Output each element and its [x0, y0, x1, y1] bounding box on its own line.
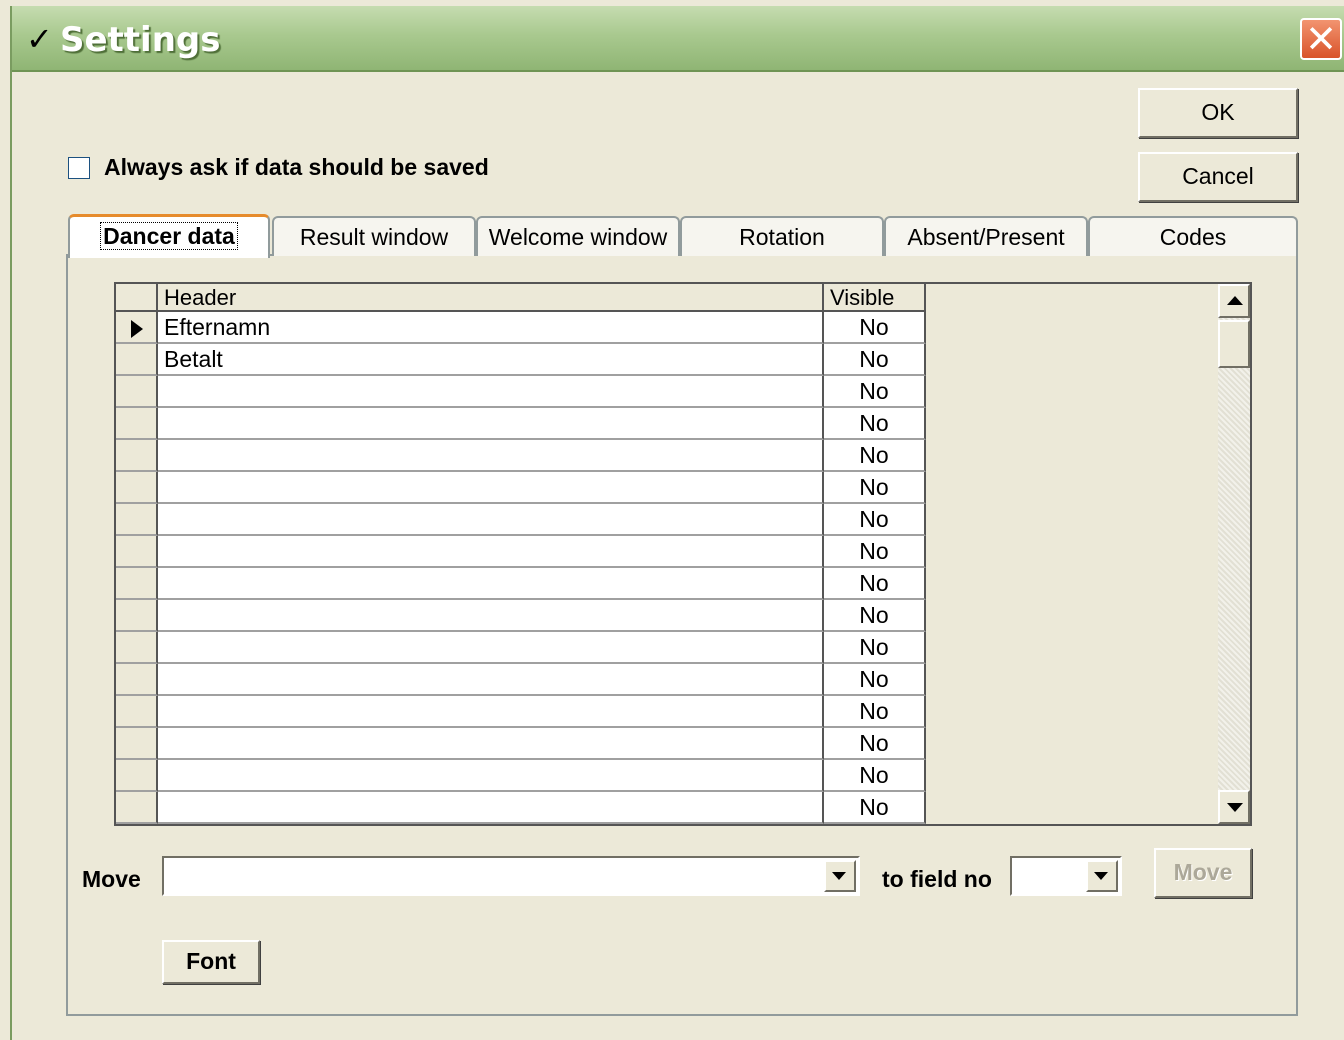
tab-absent-present[interactable]: Absent/Present — [884, 216, 1088, 256]
close-icon: ✕ — [1305, 17, 1337, 61]
header-cell[interactable] — [158, 664, 824, 696]
header-cell[interactable] — [158, 568, 824, 600]
title-bar[interactable]: ✓ Settings ✕ — [12, 6, 1344, 72]
row-indicator[interactable] — [116, 472, 158, 504]
visible-cell[interactable]: No — [824, 504, 926, 536]
row-indicator[interactable] — [116, 568, 158, 600]
visible-cell[interactable]: No — [824, 728, 926, 760]
visible-cell[interactable]: No — [824, 696, 926, 728]
tab-result-window[interactable]: Result window — [272, 216, 476, 256]
header-cell[interactable] — [158, 376, 824, 408]
visible-cell[interactable]: No — [824, 760, 926, 792]
header-cell[interactable] — [158, 632, 824, 664]
chevron-down-icon — [1094, 872, 1108, 880]
settings-dialog: ✓ Settings ✕ OK Cancel Always ask if dat… — [10, 6, 1344, 1040]
row-indicator[interactable] — [116, 792, 158, 824]
visible-cell[interactable]: No — [824, 632, 926, 664]
tab-codes-label: Codes — [1159, 224, 1227, 250]
row-indicator[interactable] — [116, 600, 158, 632]
row-indicator[interactable] — [116, 728, 158, 760]
tab-welcome-window[interactable]: Welcome window — [476, 216, 680, 256]
move-field-dropdown-button[interactable] — [824, 860, 856, 892]
grid-corner — [116, 284, 158, 312]
visible-cell[interactable]: No — [824, 664, 926, 696]
arrow-up-icon — [1227, 296, 1243, 305]
header-cell[interactable] — [158, 792, 824, 824]
visible-cell[interactable]: No — [824, 792, 926, 824]
visible-cell[interactable]: No — [824, 376, 926, 408]
font-button-label: Font — [186, 948, 236, 974]
always-ask-checkbox[interactable] — [68, 157, 90, 179]
header-cell[interactable] — [158, 696, 824, 728]
move-label: Move — [82, 866, 141, 892]
tab-codes[interactable]: Codes — [1088, 216, 1298, 256]
header-cell[interactable] — [158, 760, 824, 792]
ok-button[interactable]: OK — [1138, 88, 1298, 138]
visible-cell[interactable]: No — [824, 440, 926, 472]
header-cell[interactable] — [158, 440, 824, 472]
to-field-label: to field no — [882, 866, 992, 892]
arrow-down-icon — [1227, 803, 1243, 812]
move-field-combo[interactable] — [162, 856, 860, 896]
scroll-up-button[interactable] — [1218, 284, 1250, 318]
ok-button-label: OK — [1201, 99, 1235, 125]
row-indicator[interactable] — [116, 696, 158, 728]
row-indicator[interactable] — [116, 376, 158, 408]
tab-rotation[interactable]: Rotation — [680, 216, 884, 256]
move-button-label: Move — [1173, 859, 1233, 885]
visible-cell[interactable]: No — [824, 408, 926, 440]
row-indicator[interactable] — [116, 312, 158, 344]
header-cell[interactable]: Betalt — [158, 344, 824, 376]
row-indicator[interactable] — [116, 408, 158, 440]
header-cell[interactable] — [158, 600, 824, 632]
tab-absent-present-label: Absent/Present — [907, 224, 1065, 250]
row-indicator[interactable] — [116, 504, 158, 536]
row-indicator[interactable] — [116, 664, 158, 696]
window-title: Settings — [60, 20, 221, 60]
row-indicator[interactable] — [116, 536, 158, 568]
scroll-down-button[interactable] — [1218, 790, 1250, 824]
row-indicator[interactable] — [116, 760, 158, 792]
tab-dancer-data-label: Dancer data — [100, 222, 238, 250]
visible-cell[interactable]: No — [824, 472, 926, 504]
visible-cell[interactable]: No — [824, 536, 926, 568]
column-header-visible[interactable]: Visible — [824, 284, 926, 312]
to-field-combo[interactable] — [1010, 856, 1122, 896]
chevron-down-icon — [832, 872, 846, 880]
column-header-header[interactable]: Header — [158, 284, 824, 312]
always-ask-label[interactable]: Always ask if data should be saved — [104, 154, 489, 181]
row-indicator[interactable] — [116, 440, 158, 472]
scroll-thumb[interactable] — [1218, 320, 1250, 368]
row-indicator[interactable] — [116, 632, 158, 664]
tab-result-window-label: Result window — [299, 224, 449, 250]
header-cell[interactable] — [158, 536, 824, 568]
close-button[interactable]: ✕ — [1300, 18, 1342, 60]
tab-dancer-data[interactable]: Dancer data — [68, 214, 270, 258]
header-cell[interactable] — [158, 472, 824, 504]
tab-welcome-window-label: Welcome window — [488, 224, 668, 250]
triangle-right-icon — [131, 320, 143, 338]
tab-rotation-label: Rotation — [739, 224, 825, 250]
visible-cell[interactable]: No — [824, 344, 926, 376]
visible-cell[interactable]: No — [824, 600, 926, 632]
header-cell[interactable] — [158, 408, 824, 440]
header-cell[interactable] — [158, 504, 824, 536]
visible-cell[interactable]: No — [824, 568, 926, 600]
header-cell[interactable] — [158, 728, 824, 760]
cancel-button-label: Cancel — [1182, 163, 1254, 189]
font-button[interactable]: Font — [162, 940, 260, 984]
move-button[interactable]: Move — [1154, 848, 1252, 898]
visible-cell[interactable]: No — [824, 312, 926, 344]
check-icon: ✓ — [26, 20, 53, 58]
cancel-button[interactable]: Cancel — [1138, 152, 1298, 202]
header-cell[interactable]: Efternamn — [158, 312, 824, 344]
to-field-dropdown-button[interactable] — [1086, 860, 1118, 892]
row-indicator[interactable] — [116, 344, 158, 376]
fields-grid[interactable]: Header Visible Efternamn No Betalt No No No No… — [114, 282, 1252, 826]
